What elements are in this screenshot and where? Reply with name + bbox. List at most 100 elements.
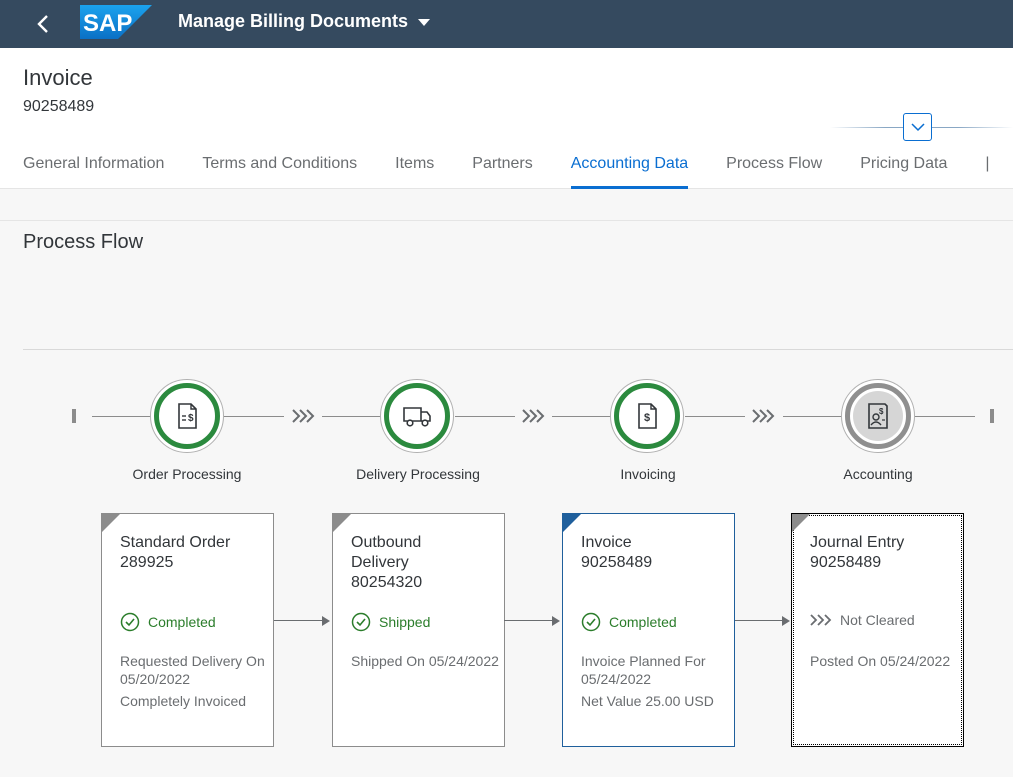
tab-items[interactable]: Items: [395, 144, 434, 189]
card-connector: [274, 620, 324, 621]
card-status: Not Cleared: [810, 612, 915, 628]
lane-node-accounting[interactable]: $: [841, 379, 915, 453]
node-status-ring: $: [154, 383, 220, 449]
lane-line: [322, 416, 382, 417]
anchor-bar: General Information Terms and Conditions…: [23, 144, 991, 189]
card-title-line: 90258489: [581, 554, 653, 571]
lane-label: Invoicing: [620, 466, 676, 482]
card-status: Completed: [581, 612, 677, 632]
lane-line: [915, 416, 975, 417]
lane-line: [92, 416, 152, 417]
node-status-ring: [384, 383, 450, 449]
object-title: Invoice: [23, 65, 93, 90]
card-title: Invoice 90258489: [581, 533, 731, 573]
card-title-line: Invoice: [581, 534, 632, 551]
section-title: Process Flow: [23, 231, 144, 253]
node-inner-circle: $: [853, 391, 903, 441]
card-status-text: Completed: [609, 614, 677, 630]
card-detail: Requested Delivery On 05/20/2022: [120, 653, 265, 687]
card-title: Outbound Delivery 80254320: [351, 533, 501, 593]
lane-label: Delivery Processing: [356, 466, 480, 482]
card-detail: Posted On 05/24/2022: [810, 653, 951, 669]
lane-line: [224, 416, 284, 417]
card-corner-marker: [333, 514, 351, 532]
card-title: Journal Entry 90258489: [810, 533, 960, 573]
card-status-text: Shipped: [379, 614, 431, 630]
svg-text:$: $: [879, 407, 884, 416]
checkmark-circle-icon: [351, 612, 371, 632]
lane-start-marker: [72, 409, 76, 423]
tab-general-information[interactable]: General Information: [23, 144, 164, 189]
card-connector: [735, 620, 784, 621]
flow-card-journal-entry[interactable]: Journal Entry 90258489 Not Cleared Poste…: [791, 513, 964, 747]
node-status-ring: $: [845, 383, 911, 449]
card-connector: [504, 620, 554, 621]
card-title: Standard Order 289925: [120, 533, 270, 573]
tab-overflow[interactable]: |: [985, 144, 991, 189]
lane-node-delivery-processing[interactable]: [380, 379, 454, 453]
object-id: 90258489: [23, 98, 95, 115]
connector-arrow-icon: [782, 616, 790, 626]
object-header: Invoice 90258489 General Information Ter…: [0, 48, 1013, 189]
card-detail: Net Value 25.00 USD: [581, 693, 714, 709]
tab-pricing-data[interactable]: Pricing Data: [860, 144, 947, 189]
flow-card-outbound-delivery[interactable]: Outbound Delivery 80254320 Shipped Shipp…: [332, 513, 505, 747]
subsection-divider: [23, 349, 1013, 350]
card-title-line: 80254320: [351, 574, 423, 591]
node-status-ring: $: [614, 383, 680, 449]
lane-line: [455, 416, 515, 417]
card-status-text: Completed: [148, 614, 216, 630]
contact-card-icon: $: [868, 403, 888, 429]
expand-header-button[interactable]: [903, 113, 932, 141]
chevrons-icon: [810, 614, 832, 626]
card-title-line: 90258489: [810, 554, 882, 571]
document-dollar-icon: $: [638, 403, 657, 429]
card-detail: Completely Invoiced: [120, 693, 247, 709]
app-title: Manage Billing Documents: [178, 11, 409, 31]
flow-card-standard-order[interactable]: Standard Order 289925 Completed Requeste…: [101, 513, 274, 747]
app-title-menu[interactable]: Manage Billing Documents: [178, 11, 431, 32]
back-button[interactable]: [30, 10, 58, 38]
card-detail: Invoice Planned For 05/24/2022: [581, 653, 706, 687]
tab-terms-and-conditions[interactable]: Terms and Conditions: [202, 144, 357, 189]
card-corner-marker: [102, 514, 120, 532]
svg-text:$: $: [188, 413, 194, 424]
card-corner-marker: [563, 514, 581, 532]
chevrons-icon: [292, 409, 315, 423]
tab-process-flow[interactable]: Process Flow: [726, 144, 822, 189]
back-arrow-icon: [37, 15, 48, 33]
document-dollar-icon: $: [178, 403, 197, 429]
lane-label: Accounting: [843, 466, 913, 482]
card-status: Shipped: [351, 612, 430, 632]
shell-bar: SAP Manage Billing Documents: [0, 0, 1013, 48]
tab-accounting-data[interactable]: Accounting Data: [570, 144, 689, 189]
lane-node-order-processing[interactable]: $: [150, 379, 224, 453]
section-divider: [0, 220, 1013, 221]
tab-partners[interactable]: Partners: [472, 144, 532, 189]
checkmark-circle-icon: [581, 612, 601, 632]
chevron-down-icon: [910, 123, 925, 132]
flow-card-invoice[interactable]: Invoice 90258489 Completed Invoice Plann…: [562, 513, 735, 747]
lane-node-invoicing[interactable]: $: [610, 379, 684, 453]
chevrons-icon: [522, 409, 545, 423]
connector-arrow-icon: [552, 616, 560, 626]
lane-line: [783, 416, 843, 417]
sap-logo: SAP: [80, 5, 152, 39]
card-detail: Shipped On 05/24/2022: [351, 653, 499, 669]
svg-text:$: $: [644, 412, 650, 424]
truck-icon: [403, 407, 431, 427]
card-status: Completed: [120, 612, 216, 632]
checkmark-circle-icon: [120, 612, 140, 632]
dropdown-caret-icon: [418, 19, 431, 26]
card-title-line: Delivery: [351, 554, 409, 571]
card-corner-marker: [792, 514, 810, 532]
lane-end-marker: [990, 409, 994, 423]
card-title-line: Outbound: [351, 534, 422, 551]
lane-label: Order Processing: [132, 466, 242, 482]
chevrons-icon: [752, 409, 775, 423]
card-title-line: Standard Order: [120, 534, 231, 551]
lane-line: [552, 416, 612, 417]
connector-arrow-icon: [322, 616, 330, 626]
card-title-line: 289925: [120, 554, 174, 571]
card-status-text: Not Cleared: [840, 612, 915, 628]
